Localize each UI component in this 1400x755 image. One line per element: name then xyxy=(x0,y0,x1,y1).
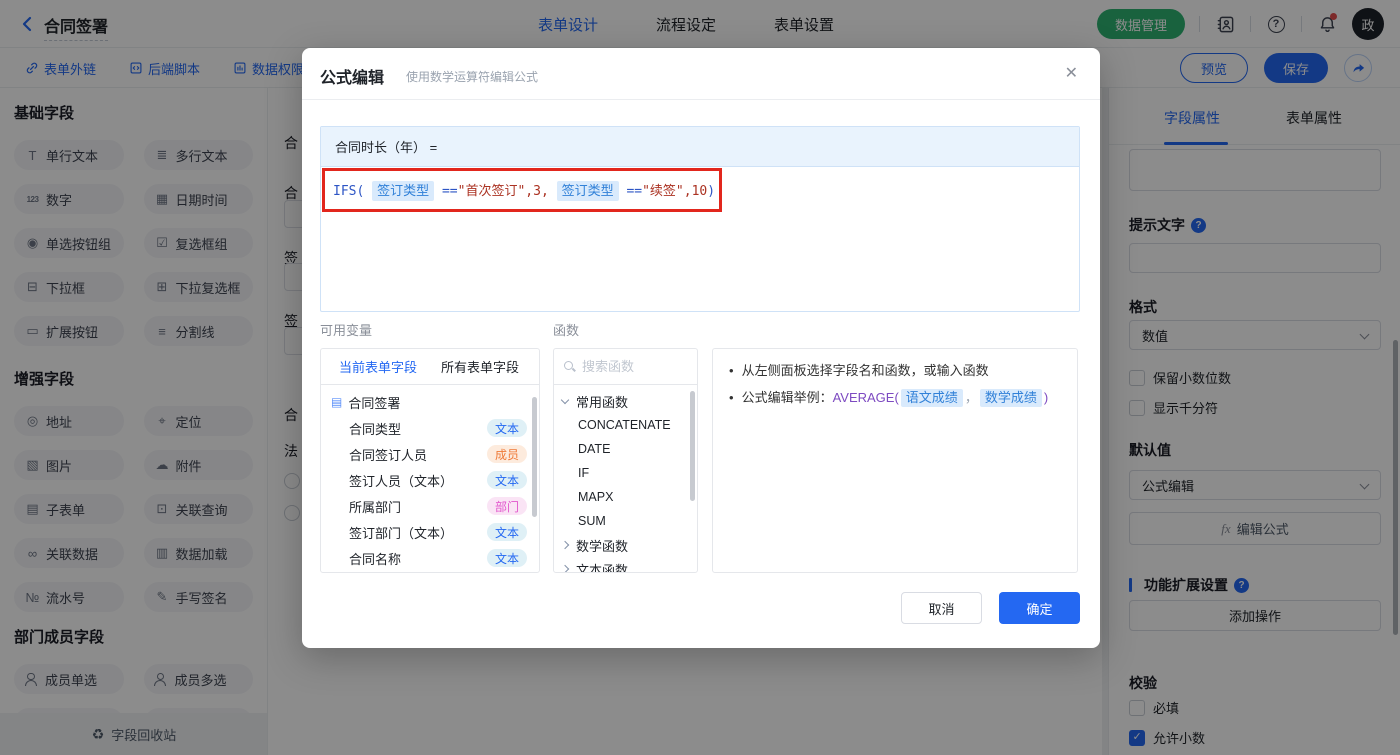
functions-label: 函数 xyxy=(553,323,580,338)
variable-row[interactable]: 签订部门（文本） 文本 xyxy=(321,519,539,545)
function-item[interactable]: IF xyxy=(554,461,697,485)
variables-label: 可用变量 xyxy=(320,323,373,338)
formula-editor-modal: 公式编辑 使用数学运算符编辑公式 ✕ 合同时长（年） = IFS( 签订类型 =… xyxy=(302,48,1100,648)
variable-row[interactable]: 合同类型 文本 xyxy=(321,415,539,441)
formula-editor[interactable]: IFS( 签订类型 =="首次签订",3, 签订类型 =="续签",10) xyxy=(321,167,1079,216)
function-search xyxy=(554,349,697,385)
function-item[interactable]: SUM xyxy=(554,509,697,533)
variable-row[interactable]: 签订人员（文本） 文本 xyxy=(321,467,539,493)
modal-header: 公式编辑 使用数学运算符编辑公式 ✕ xyxy=(302,48,1100,100)
function-item[interactable]: MAPX xyxy=(554,485,697,509)
variables-tabs: 当前表单字段 所有表单字段 xyxy=(321,349,539,385)
field-token: 数学成绩 xyxy=(979,389,1042,407)
search-input[interactable] xyxy=(582,359,682,374)
tab-current-form-fields[interactable]: 当前表单字段 xyxy=(339,357,417,376)
type-badge: 文本 xyxy=(486,549,527,567)
variables-scrollbar[interactable] xyxy=(532,397,537,517)
variables-panel: 当前表单字段 所有表单字段 ▤ 合同签署 合同类型 文本 合同签订人员 成员 签订人… xyxy=(320,348,540,573)
modal-subtitle: 使用数学运算符编辑公式 xyxy=(406,70,539,84)
form-node[interactable]: ▤ 合同签署 xyxy=(321,389,539,415)
functions-scrollbar[interactable] xyxy=(690,391,695,501)
function-item[interactable]: DATE xyxy=(554,437,697,461)
formula-expression: IFS( 签订类型 =="首次签订",3, 签订类型 =="续签",10) xyxy=(333,181,716,201)
chevron-down-icon xyxy=(560,395,570,404)
field-token: 签订类型 xyxy=(556,181,619,201)
type-badge: 文本 xyxy=(486,471,527,489)
variable-row[interactable]: 合同名称 文本 xyxy=(321,545,539,571)
function-item[interactable]: CONCATENATE xyxy=(554,413,697,437)
type-badge: 文本 xyxy=(486,523,527,541)
field-token: 语文成绩 xyxy=(900,389,963,407)
variable-row[interactable]: 合同签订人员 成员 xyxy=(321,441,539,467)
chevron-right-icon xyxy=(560,564,570,572)
function-group-common[interactable]: 常用函数 xyxy=(554,389,697,413)
type-badge: 部门 xyxy=(486,497,527,515)
tip-line-1: • 从左侧面板选择字段名和函数，或输入函数 xyxy=(729,363,989,378)
functions-panel: 常用函数 CONCATENATE DATE IF MAPX SUM 数学函数 文… xyxy=(553,348,698,573)
variable-row[interactable]: 所属部门 部门 xyxy=(321,493,539,519)
tab-all-form-fields[interactable]: 所有表单字段 xyxy=(441,357,519,376)
variables-list: ▤ 合同签署 合同类型 文本 合同签订人员 成员 签订人员（文本） 文本 所属部门 部门… xyxy=(321,385,539,572)
function-group-text[interactable]: 文本函数 xyxy=(554,557,697,572)
formula-box: 合同时长（年） = IFS( 签订类型 =="首次签订",3, 签订类型 =="… xyxy=(320,126,1080,312)
chevron-right-icon xyxy=(560,540,570,550)
modal-title: 公式编辑 xyxy=(320,70,385,87)
form-icon: ▤ xyxy=(331,395,343,409)
variable-row-clipped[interactable] xyxy=(321,571,539,572)
function-list: 常用函数 CONCATENATE DATE IF MAPX SUM 数学函数 文… xyxy=(554,385,697,572)
formula-target-line: 合同时长（年） = xyxy=(321,127,1079,167)
type-badge: 成员 xyxy=(486,445,527,463)
confirm-button[interactable]: 确定 xyxy=(999,592,1080,624)
close-icon[interactable]: ✕ xyxy=(1065,63,1078,83)
tip-line-2: • 公式编辑举例：AVERAGE(语文成绩，数学成绩) xyxy=(729,389,1049,407)
search-icon xyxy=(564,361,575,372)
type-badge: 文本 xyxy=(486,419,527,437)
field-token: 签订类型 xyxy=(372,181,435,201)
tips-panel: • 从左侧面板选择字段名和函数，或输入函数 • 公式编辑举例：AVERAGE(语… xyxy=(712,348,1078,573)
function-group-math[interactable]: 数学函数 xyxy=(554,533,697,557)
cancel-button[interactable]: 取消 xyxy=(901,592,982,624)
modal-footer: 取消 确定 xyxy=(901,592,1080,624)
